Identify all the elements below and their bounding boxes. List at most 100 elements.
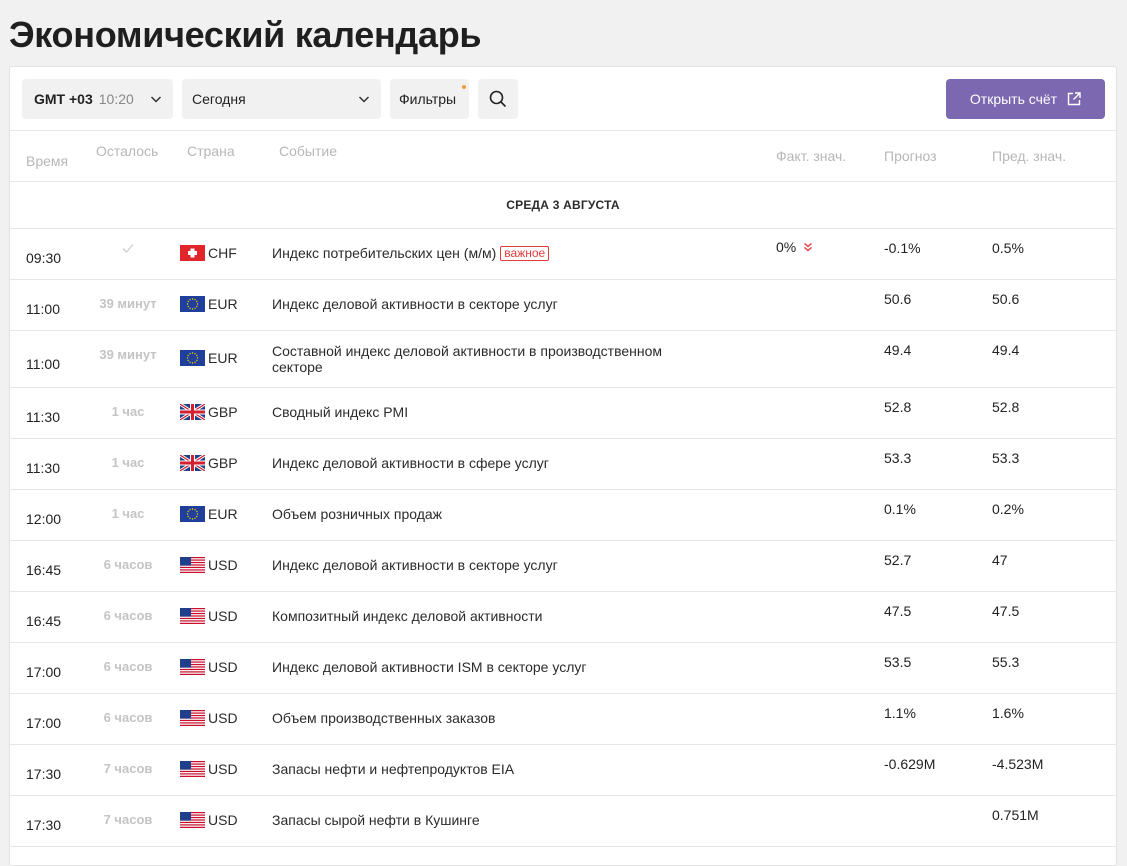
table-header: Время Осталось Страна Событие Факт. знач… xyxy=(10,131,1116,182)
table-row[interactable]: 17:00 6 часов USD Объем производственных за… xyxy=(10,694,1116,745)
country: USD xyxy=(180,659,238,675)
filters-button[interactable]: Фильтры xyxy=(390,79,469,119)
double-chevron-down-icon xyxy=(803,242,813,253)
forecast-value: 52.8 xyxy=(884,399,912,415)
table-row[interactable]: 12:00 1 час EUR Объем розничных продаж 0.1% 0… xyxy=(10,490,1116,541)
time-remaining: 6 часов xyxy=(103,710,153,725)
event-title[interactable]: Индекс деловой активности ISM в секторе … xyxy=(272,659,586,675)
timezone-select[interactable]: GMT +03 10:20 xyxy=(22,79,173,119)
event-name[interactable]: Составной индекс деловой активности в пр… xyxy=(272,343,702,375)
event-time: 11:00 xyxy=(26,356,60,372)
country: USD xyxy=(180,812,238,828)
previous-value: 53.3 xyxy=(992,450,1020,466)
chevron-down-icon xyxy=(358,96,370,103)
time-remaining: 7 часов xyxy=(103,812,153,827)
event-title[interactable]: Индекс деловой активности в секторе услу… xyxy=(272,557,558,573)
eur-flag-icon xyxy=(180,350,208,366)
forecast-value: 52.7 xyxy=(884,552,912,568)
event-name[interactable]: Индекс деловой активности в секторе услу… xyxy=(272,296,702,312)
event-title[interactable]: Композитный индекс деловой активности xyxy=(272,608,542,624)
column-country: Страна xyxy=(187,143,235,159)
event-name[interactable]: Объем розничных продаж xyxy=(272,506,702,522)
date-select-value: Сегодня xyxy=(192,91,246,107)
event-name[interactable]: Индекс деловой активности в секторе услу… xyxy=(272,557,702,573)
event-time: 17:00 xyxy=(26,664,62,680)
column-left: Осталось xyxy=(96,143,159,159)
filters-label: Фильтры xyxy=(399,91,457,107)
time-remaining: 6 часов xyxy=(103,557,153,572)
table-row[interactable]: 11:30 1 час GBP Индекс деловой активности в… xyxy=(10,439,1116,490)
country-code: GBP xyxy=(208,404,238,420)
event-title[interactable]: Индекс деловой активности в сфере услуг xyxy=(272,455,549,471)
event-title[interactable]: Индекс деловой активности в секторе услу… xyxy=(272,296,558,312)
event-name[interactable]: Объем производственных заказов xyxy=(272,710,702,726)
event-title[interactable]: Индекс потребительских цен (м/м) xyxy=(272,245,496,261)
previous-value: 49.4 xyxy=(992,342,1020,358)
usd-flag-icon xyxy=(180,812,208,828)
previous-value: 0.5% xyxy=(992,240,1024,256)
time-remaining: 39 минут xyxy=(99,347,157,362)
forecast-value: 0.1% xyxy=(884,501,916,517)
forecast-value: 53.3 xyxy=(884,450,912,466)
chf-flag-icon xyxy=(180,245,208,261)
previous-value: 0.2% xyxy=(992,501,1024,517)
event-title[interactable]: Объем розничных продаж xyxy=(272,506,442,522)
usd-flag-icon xyxy=(180,659,208,675)
open-account-button[interactable]: Открыть счёт xyxy=(946,79,1105,119)
chevron-down-icon xyxy=(150,96,162,103)
event-name[interactable]: Сводный индекс PMI xyxy=(272,404,702,420)
date-select[interactable]: Сегодня xyxy=(182,79,381,119)
table-row[interactable]: 09:30 CHF Индекс потребительских цен (м/м)… xyxy=(10,229,1116,280)
event-title[interactable]: Сводный индекс PMI xyxy=(272,404,408,420)
column-previous: Пред. знач. xyxy=(992,148,1067,164)
table-row[interactable]: 11:30 1 час GBP Сводный индекс PMI 52.8 52.8 xyxy=(10,388,1116,439)
gbp-flag-icon xyxy=(180,404,208,420)
event-time: 11:30 xyxy=(26,409,60,425)
country-code: EUR xyxy=(208,296,238,312)
previous-value: 47.5 xyxy=(992,603,1020,619)
country-code: USD xyxy=(208,761,238,777)
event-name[interactable]: Композитный индекс деловой активности xyxy=(272,608,702,624)
table-row[interactable]: 17:30 7 часов USD Запасы нефти и нефтепроду… xyxy=(10,745,1116,796)
forecast-value: 50.6 xyxy=(884,291,912,307)
time-remaining: 1 час xyxy=(111,506,145,521)
forecast-value: 47.5 xyxy=(884,603,912,619)
events-table-body: 09:30 CHF Индекс потребительских цен (м/м)… xyxy=(10,229,1116,847)
external-link-icon xyxy=(1067,92,1081,106)
event-title[interactable]: Запасы нефти и нефтепродуктов EIA xyxy=(272,761,514,777)
actual-value: 0% xyxy=(776,239,813,255)
time-remaining: 39 минут xyxy=(99,296,157,311)
table-row[interactable]: 17:00 6 часов USD Индекс деловой активности… xyxy=(10,643,1116,694)
country: USD xyxy=(180,710,238,726)
event-name[interactable]: Запасы сырой нефти в Кушинге xyxy=(272,812,702,828)
previous-value: 47 xyxy=(992,552,1008,568)
table-row[interactable]: 16:45 6 часов USD Композитный индекс делово… xyxy=(10,592,1116,643)
forecast-value: -0.629M xyxy=(884,756,936,772)
event-name[interactable]: Индекс деловой активности ISM в секторе … xyxy=(272,659,702,675)
open-account-label: Открыть счёт xyxy=(969,91,1058,107)
event-name[interactable]: Индекс потребительских цен (м/м) важное xyxy=(272,245,702,261)
country-code: USD xyxy=(208,557,238,573)
country: USD xyxy=(180,608,238,624)
event-name[interactable]: Запасы нефти и нефтепродуктов EIA xyxy=(272,761,702,777)
table-row[interactable]: 11:00 39 минут EUR Индекс деловой активност… xyxy=(10,280,1116,331)
previous-value: 1.6% xyxy=(992,705,1024,721)
search-button[interactable] xyxy=(478,79,518,119)
eur-flag-icon xyxy=(180,506,208,522)
event-time: 17:30 xyxy=(26,766,62,782)
event-name[interactable]: Индекс деловой активности в сфере услуг xyxy=(272,455,702,471)
filters-indicator-dot xyxy=(462,85,466,89)
forecast-value: 53.5 xyxy=(884,654,912,670)
table-row[interactable]: 17:30 7 часов USD Запасы сырой нефти в Куши… xyxy=(10,796,1116,847)
country: EUR xyxy=(180,506,238,522)
event-title[interactable]: Объем производственных заказов xyxy=(272,710,495,726)
gbp-flag-icon xyxy=(180,455,208,471)
usd-flag-icon xyxy=(180,557,208,573)
table-row[interactable]: 11:00 39 минут EUR Составной индекс деловой… xyxy=(10,331,1116,388)
event-title[interactable]: Запасы сырой нефти в Кушинге xyxy=(272,812,480,828)
actual-value-text: 0% xyxy=(776,239,797,255)
timezone-label: GMT +03 xyxy=(34,91,93,107)
table-row[interactable]: 16:45 6 часов USD Индекс деловой активности… xyxy=(10,541,1116,592)
event-time: 16:45 xyxy=(26,562,62,578)
event-title[interactable]: Составной индекс деловой активности в пр… xyxy=(272,343,662,375)
